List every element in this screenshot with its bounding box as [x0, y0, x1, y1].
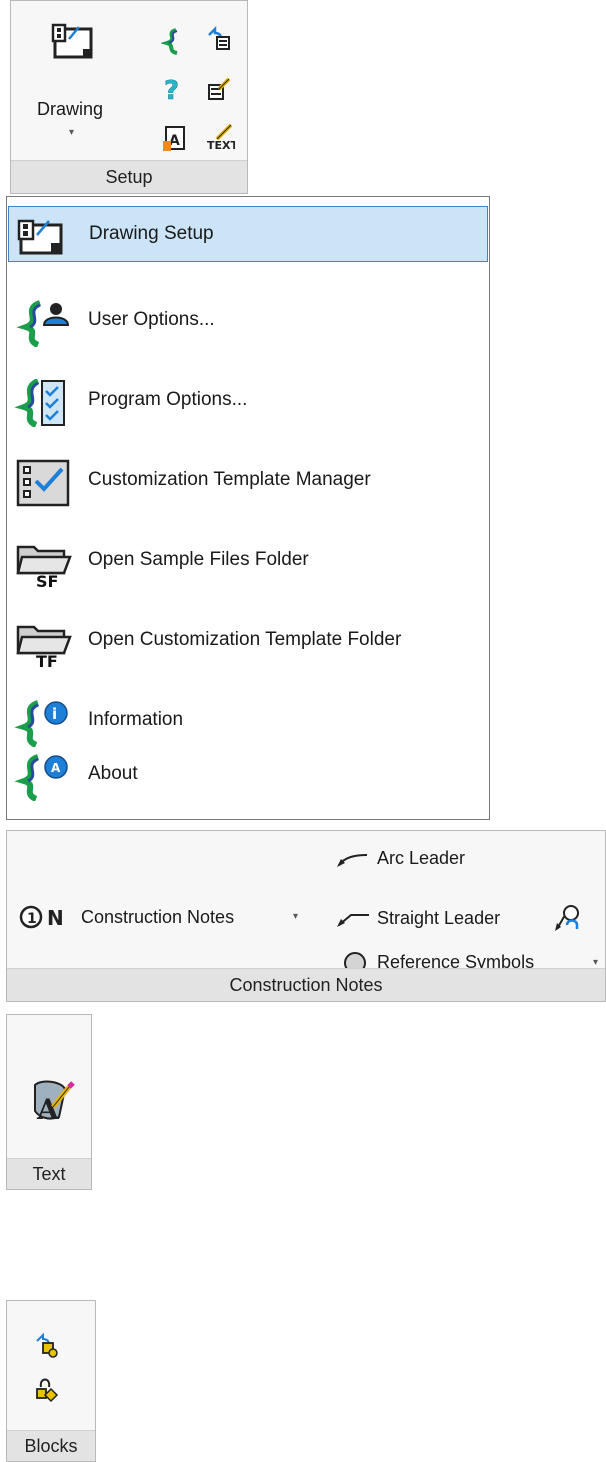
menu-item-open-template-folder[interactable]: TF Open Customization Template Folder	[8, 613, 488, 669]
chevron-down-icon[interactable]: ▾	[293, 911, 298, 922]
svg-text:N: N	[47, 906, 64, 930]
menu-item-label: Program Options...	[88, 389, 248, 410]
setup-panel: Drawing ▾ ? A TEXT Setup	[10, 0, 248, 194]
sample-folder-icon: SF	[16, 545, 72, 587]
template-folder-icon: TF	[16, 625, 72, 667]
menu-item-label: About	[88, 763, 138, 784]
svg-text:i: i	[52, 705, 57, 723]
blocks-panel-title: Blocks	[7, 1430, 95, 1461]
menu-item-template-manager[interactable]: Customization Template Manager	[8, 453, 488, 509]
menu-item-label: Open Sample Files Folder	[88, 549, 309, 570]
construction-notes-button[interactable]: 1 N Construction Notes ▾	[15, 897, 307, 937]
blocks-panel: Blocks	[6, 1300, 96, 1462]
svg-text:?: ?	[164, 76, 179, 105]
drawing-button[interactable]: Drawing ▾	[21, 7, 131, 157]
program-options-icon	[14, 379, 65, 427]
menu-item-information[interactable]: i Information	[8, 693, 488, 749]
arc-leader-icon	[337, 854, 368, 867]
menu-item-program-options[interactable]: Program Options...	[8, 373, 488, 429]
edit-list-icon[interactable]	[205, 75, 233, 103]
menu-item-label: Open Customization Template Folder	[88, 629, 402, 650]
information-icon: i	[14, 700, 68, 747]
arc-leader-label: Arc Leader	[377, 848, 466, 868]
help-question-icon[interactable]: ?	[161, 75, 185, 105]
menu-item-about[interactable]: A About	[8, 747, 488, 803]
svg-text:SF: SF	[36, 572, 58, 587]
leader-edit-icon[interactable]	[553, 903, 583, 933]
drawing-setup-icon	[17, 219, 63, 255]
text-style-icon[interactable]: A	[161, 123, 187, 153]
straight-leader-button[interactable]: Straight Leader	[331, 903, 541, 933]
about-icon: A	[14, 754, 68, 801]
drawing-label: Drawing	[37, 99, 104, 119]
svg-text:A: A	[51, 761, 61, 775]
undo-list-icon[interactable]	[205, 25, 233, 53]
user-options-icon	[16, 300, 70, 347]
text-edit-icon[interactable]: TEXT	[205, 123, 235, 153]
template-manager-icon	[16, 459, 70, 507]
construction-note-number-icon: 1 N	[19, 905, 64, 930]
menu-item-label: Drawing Setup	[89, 223, 214, 244]
menu-item-label: User Options...	[88, 309, 215, 330]
menu-item-user-options[interactable]: User Options...	[8, 293, 488, 349]
menu-item-label: Customization Template Manager	[88, 469, 371, 490]
construction-notes-label: Construction Notes	[81, 907, 235, 927]
svg-text:TF: TF	[36, 652, 58, 667]
arc-leader-button[interactable]: Arc Leader	[331, 843, 511, 873]
chevron-down-icon[interactable]: ▾	[593, 957, 598, 968]
text-annotation-icon[interactable]: A	[31, 1077, 75, 1123]
setup-panel-title: Setup	[11, 160, 247, 193]
drawing-setup-icon	[51, 23, 93, 59]
chevron-down-icon: ▾	[69, 127, 75, 138]
straight-leader-label: Straight Leader	[377, 908, 501, 928]
menu-item-label: Information	[88, 709, 184, 730]
text-panel-title: Text	[7, 1158, 91, 1189]
straight-leader-icon	[337, 914, 369, 927]
svg-text:A: A	[36, 1093, 60, 1123]
menu-item-drawing-setup[interactable]: Drawing Setup	[8, 206, 488, 262]
svg-text:TEXT: TEXT	[207, 139, 235, 152]
block-insert-icon[interactable]	[33, 1375, 59, 1403]
construction-notes-panel-title: Construction Notes	[7, 968, 605, 1001]
menu-item-open-sample-files[interactable]: SF Open Sample Files Folder	[8, 533, 488, 589]
svg-text:1: 1	[27, 911, 37, 927]
construction-notes-panel: 1 N Construction Notes ▾ Arc Leader Stra…	[6, 830, 606, 1002]
s-logo-icon[interactable]	[161, 27, 183, 55]
block-replace-icon[interactable]	[33, 1333, 59, 1359]
text-panel: A Text	[6, 1014, 92, 1190]
setup-dropdown-menu: Drawing Setup User Options... Program Op…	[6, 196, 490, 820]
